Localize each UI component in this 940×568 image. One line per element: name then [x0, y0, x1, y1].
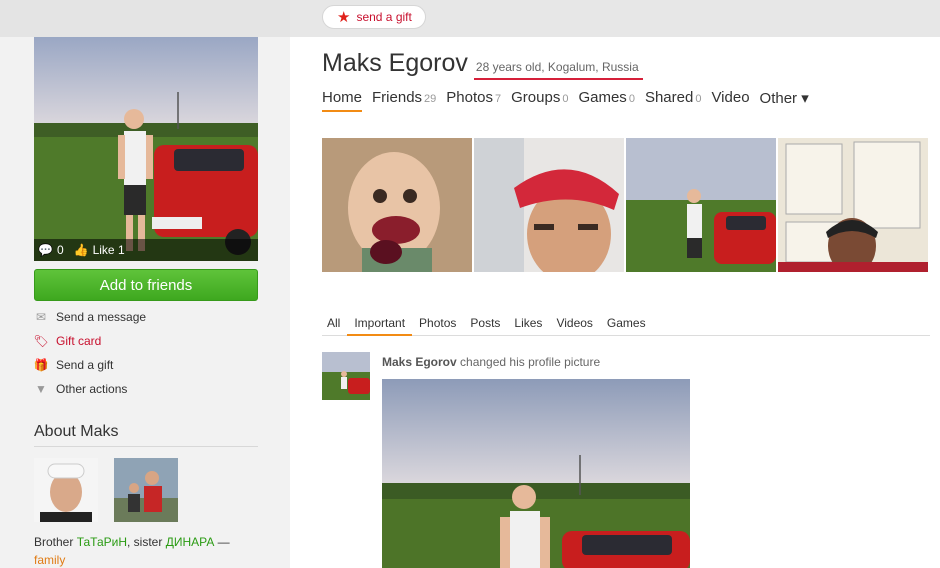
feed-tab-likes[interactable]: Likes: [507, 316, 549, 336]
top-bar: ★ send a gift: [0, 0, 940, 37]
relative-photo-brother[interactable]: [34, 458, 98, 522]
post-author-avatar[interactable]: [322, 352, 370, 400]
nav-shared-label: Shared: [644, 89, 694, 106]
nav-games-label: Games: [578, 89, 627, 106]
star-icon: ★: [337, 8, 351, 26]
photo-office: [778, 138, 928, 272]
feed-tab-posts[interactable]: Posts: [463, 316, 507, 336]
feed-tab-games[interactable]: Games: [600, 316, 653, 336]
nav-groups-count: 0: [562, 93, 569, 105]
nav-home-label: Home: [322, 89, 363, 106]
about-title: About Maks: [34, 423, 258, 447]
nav-games-count: 0: [628, 93, 635, 105]
nav-other-label: Other ▾: [759, 90, 809, 107]
nav-groups[interactable]: Groups 0: [511, 89, 568, 112]
nav-video-label: Video: [711, 89, 750, 106]
photo-child: [322, 138, 472, 272]
photo-car: [626, 138, 776, 272]
post-author-link[interactable]: Maks Egorov: [382, 355, 457, 369]
post-photo: [382, 379, 690, 568]
avatar-like-label: Like 1: [92, 243, 125, 257]
nav-photos-label: Photos: [446, 89, 493, 106]
relatives-text: Brother ТаТаРиН, sister ДИНАРА — family: [34, 533, 264, 568]
feed-tab-photos[interactable]: Photos: [412, 316, 463, 336]
post-header: Maks Egorov changed his profile picture: [382, 355, 600, 369]
relatives-photos: [34, 458, 178, 522]
thumbs-up-icon: 👍: [73, 243, 89, 257]
profile-nav: Home Friends 29 Photos 7 Groups 0 Games 0 Sh…: [322, 89, 809, 112]
avatar-comments[interactable]: 💬 0: [38, 243, 64, 257]
brother-label: Brother: [34, 535, 74, 549]
other-actions[interactable]: ▼ Other actions: [34, 377, 258, 401]
send-message-label: Send a message: [56, 310, 147, 324]
send-message-action[interactable]: ✉ Send a message: [34, 305, 258, 329]
brother-photo: [34, 458, 98, 522]
post-author-photo: [322, 352, 370, 400]
relative-photo-sister[interactable]: [114, 458, 178, 522]
nav-friends-label: Friends: [372, 89, 423, 106]
profile-actions: ✉ Send a message 🏷 Gift card 🎁 Send a gi…: [33, 305, 258, 401]
nav-photos[interactable]: Photos 7: [446, 89, 501, 112]
send-gift-button[interactable]: ★ send a gift: [322, 5, 426, 29]
profile-header: Maks Egorov 28 years old, Kogalum, Russi…: [322, 49, 643, 80]
gift-card-icon: 🏷: [33, 334, 49, 348]
nav-friends-count: 29: [424, 93, 437, 105]
avatar-photo: [34, 37, 258, 261]
nav-friends[interactable]: Friends 29: [372, 89, 436, 112]
nav-games[interactable]: Games 0: [578, 89, 634, 112]
feed-tab-all[interactable]: All: [322, 316, 347, 336]
other-actions-label: Other actions: [56, 382, 128, 396]
nav-other[interactable]: Other ▾: [760, 89, 809, 112]
profile-avatar[interactable]: 💬 0 👍 Like 1: [34, 37, 258, 261]
photo-thumb-4[interactable]: [778, 138, 928, 272]
feed-tab-videos[interactable]: Videos: [549, 316, 599, 336]
post-action-text: changed his profile picture: [456, 355, 601, 369]
nav-shared[interactable]: Shared 0: [645, 89, 702, 112]
sister-label: , sister: [127, 535, 163, 549]
family-link[interactable]: family: [34, 553, 65, 567]
feed-tab-important[interactable]: Important: [347, 316, 413, 336]
avatar-stats-bar: 💬 0 👍 Like 1: [34, 239, 258, 261]
feed-tabs: All Important Photos Posts Likes Videos …: [322, 316, 930, 336]
send-gift-action-label: Send a gift: [56, 358, 114, 372]
triangle-down-icon: ▼: [35, 382, 47, 396]
comment-icon: 💬: [38, 243, 53, 257]
profile-name: Maks Egorov: [322, 49, 468, 77]
photo-thumb-3[interactable]: [626, 138, 776, 272]
sister-photo: [114, 458, 178, 522]
send-gift-label: send a gift: [356, 10, 412, 24]
profile-page: ★ send a gift 💬 0 👍 Like 1 Add to friend…: [0, 0, 940, 568]
add-to-friends-button[interactable]: Add to friends: [34, 269, 258, 301]
sister-link[interactable]: ДИНАРА: [166, 535, 215, 549]
photo-thumb-1[interactable]: [322, 138, 472, 272]
nav-video[interactable]: Video: [711, 89, 749, 112]
nav-shared-count: 0: [695, 93, 702, 105]
gift-card-label: Gift card: [56, 334, 102, 348]
photo-thumb-2[interactable]: [474, 138, 624, 272]
top-bar-left: [0, 0, 290, 37]
gift-icon: 🎁: [33, 358, 49, 372]
photo-selfie-cap: [474, 138, 624, 272]
brother-link[interactable]: ТаТаРиН: [77, 535, 127, 549]
relatives-dash: —: [214, 535, 230, 549]
avatar-like[interactable]: 👍 Like 1: [74, 243, 125, 257]
post-image[interactable]: [382, 379, 690, 568]
envelope-icon: ✉: [35, 310, 47, 324]
avatar-comments-count: 0: [56, 243, 64, 257]
profile-meta: 28 years old, Kogalum, Russia: [473, 60, 643, 80]
nav-groups-label: Groups: [511, 89, 561, 106]
gift-card-action[interactable]: 🏷 Gift card: [33, 329, 258, 353]
photo-strip: [322, 138, 928, 272]
nav-photos-count: 7: [495, 93, 502, 105]
send-gift-action[interactable]: 🎁 Send a gift: [34, 353, 258, 377]
nav-home[interactable]: Home: [322, 89, 363, 112]
left-sidebar: 💬 0 👍 Like 1 Add to friends ✉ Send a messa…: [0, 37, 290, 568]
